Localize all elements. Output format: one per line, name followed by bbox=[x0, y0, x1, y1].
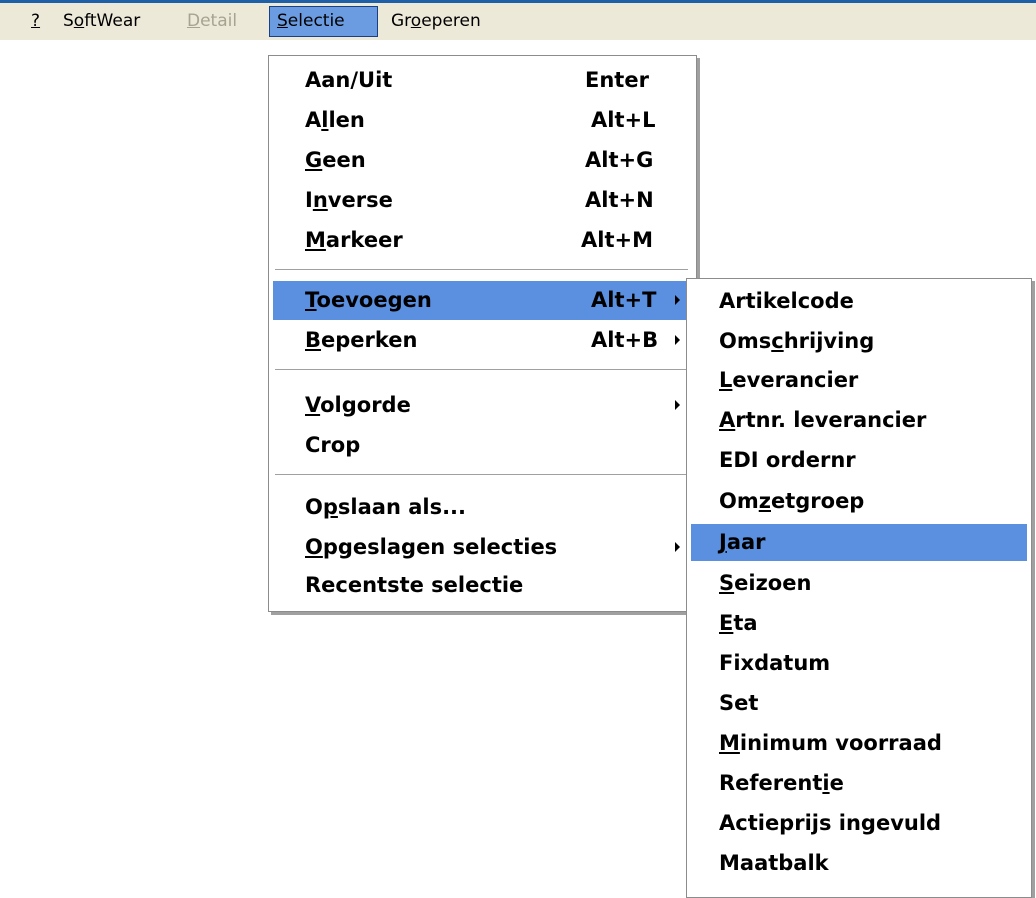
submenu-item-leverancier[interactable]: Leverancier bbox=[687, 361, 1031, 400]
submenu-item-maatbalk[interactable]: Maatbalk bbox=[687, 844, 1031, 883]
submenu-item-set[interactable]: Set bbox=[687, 684, 1031, 723]
menu-item-label: Geen bbox=[305, 148, 366, 172]
submenu-item-label: Seizoen bbox=[719, 571, 812, 595]
menu-groeperen[interactable]: Groeperen bbox=[384, 6, 488, 37]
submenu-item-seizoen[interactable]: Seizoen bbox=[687, 564, 1031, 603]
submenu-item-label: Artnr. leverancier bbox=[719, 408, 927, 432]
menu-detail-mnemonic: D bbox=[187, 11, 201, 31]
menu-help[interactable]: ? bbox=[24, 6, 47, 37]
shortcut-label: Alt+G bbox=[585, 148, 654, 172]
menu-item-label: Crop bbox=[305, 433, 361, 457]
submenu-item-eta[interactable]: Eta bbox=[687, 604, 1031, 643]
toevoegen-submenu: Artikelcode Omschrijving Leverancier Art… bbox=[686, 278, 1032, 898]
menu-groeperen-mnemonic: o bbox=[410, 11, 422, 31]
menu-item-label: Aan/Uit bbox=[305, 68, 393, 92]
menu-item-aan-uit[interactable]: Aan/Uit Enter bbox=[269, 61, 696, 100]
submenu-arrow-icon bbox=[675, 335, 680, 345]
menu-selectie-mnemonic: S bbox=[277, 11, 288, 31]
menu-groeperen-text-a: Gr bbox=[391, 11, 411, 31]
submenu-arrow-icon bbox=[675, 295, 680, 305]
menu-item-label: Inverse bbox=[305, 188, 393, 212]
menu-item-label: Markeer bbox=[305, 228, 403, 252]
menu-item-recentste-selectie[interactable]: Recentste selectie bbox=[269, 566, 696, 605]
menu-item-allen[interactable]: Allen Alt+L bbox=[269, 101, 696, 140]
submenu-item-label: Fixdatum bbox=[719, 651, 831, 675]
submenu-item-omzetgroep[interactable]: Omzetgroep bbox=[687, 482, 1031, 521]
submenu-arrow-icon bbox=[675, 542, 680, 552]
shortcut-label: Alt+M bbox=[581, 228, 653, 252]
menu-item-label: Beperken bbox=[305, 328, 418, 352]
menu-separator bbox=[275, 269, 688, 271]
menu-separator bbox=[275, 474, 688, 476]
menu-item-volgorde[interactable]: Volgorde bbox=[269, 386, 696, 425]
shortcut-label: Alt+T bbox=[591, 288, 657, 312]
shortcut-label: Alt+N bbox=[585, 188, 654, 212]
menu-item-label: Allen bbox=[305, 108, 365, 132]
menu-item-label: Recentste selectie bbox=[305, 573, 524, 597]
submenu-item-edi-ordernr[interactable]: EDI ordernr bbox=[687, 441, 1031, 480]
menu-item-toevoegen[interactable]: Toevoegen Alt+T bbox=[273, 281, 692, 320]
menu-softwear[interactable]: SoftWear bbox=[56, 6, 147, 37]
menu-item-geen[interactable]: Geen Alt+G bbox=[269, 141, 696, 180]
menu-item-label: Opslaan als... bbox=[305, 495, 467, 519]
submenu-item-fixdatum[interactable]: Fixdatum bbox=[687, 644, 1031, 683]
submenu-item-minimum-voorraad[interactable]: Minimum voorraad bbox=[687, 724, 1031, 763]
submenu-item-label: Omschrijving bbox=[719, 329, 875, 353]
submenu-item-label: Maatbalk bbox=[719, 851, 829, 875]
submenu-item-label: EDI ordernr bbox=[719, 448, 856, 472]
menu-item-crop[interactable]: Crop bbox=[269, 426, 696, 465]
menu-softwear-mnemonic: o bbox=[73, 11, 85, 31]
submenu-item-artnr-leverancier[interactable]: Artnr. leverancier bbox=[687, 401, 1031, 440]
submenu-item-artikelcode[interactable]: Artikelcode bbox=[687, 282, 1031, 321]
submenu-item-actieprijs-ingevuld[interactable]: Actieprijs ingevuld bbox=[687, 804, 1031, 843]
shortcut-label: Alt+B bbox=[591, 328, 659, 352]
submenu-item-label: Set bbox=[719, 691, 759, 715]
selectie-dropdown: Aan/Uit Enter Allen Alt+L Geen Alt+G Inv… bbox=[268, 55, 697, 612]
menu-softwear-text-b: ftWear bbox=[84, 11, 141, 31]
submenu-item-label: Artikelcode bbox=[719, 289, 854, 313]
submenu-item-referentie[interactable]: Referentie bbox=[687, 764, 1031, 803]
submenu-item-label: Minimum voorraad bbox=[719, 731, 942, 755]
menu-groeperen-text-b: eperen bbox=[421, 11, 481, 31]
menu-separator bbox=[275, 369, 688, 371]
shortcut-label: Alt+L bbox=[591, 108, 656, 132]
submenu-item-label: Leverancier bbox=[719, 368, 859, 392]
menu-selectie[interactable]: Selectie bbox=[269, 6, 378, 37]
submenu-item-label: Eta bbox=[719, 611, 758, 635]
submenu-item-label: Referentie bbox=[719, 771, 844, 795]
submenu-item-label: Actieprijs ingevuld bbox=[719, 811, 942, 835]
menu-detail-text-b: etail bbox=[200, 11, 238, 31]
menu-item-beperken[interactable]: Beperken Alt+B bbox=[269, 321, 696, 360]
submenu-item-label: Jaar bbox=[719, 530, 766, 554]
menu-item-opslaan-als[interactable]: Opslaan als... bbox=[269, 488, 696, 527]
menu-bar: ? SoftWear Detail Selectie Groeperen bbox=[0, 0, 1036, 40]
menu-item-label: Toevoegen bbox=[305, 288, 432, 312]
menu-help-mnemonic: ? bbox=[31, 11, 41, 31]
menu-item-markeer[interactable]: Markeer Alt+M bbox=[269, 221, 696, 260]
shortcut-label: Enter bbox=[585, 68, 649, 92]
menu-item-inverse[interactable]: Inverse Alt+N bbox=[269, 181, 696, 220]
submenu-item-label: Omzetgroep bbox=[719, 489, 865, 513]
menu-item-opgeslagen-selecties[interactable]: Opgeslagen selecties bbox=[269, 528, 696, 567]
menu-detail[interactable]: Detail bbox=[180, 6, 244, 37]
menu-item-label: Volgorde bbox=[305, 393, 411, 417]
submenu-item-jaar[interactable]: Jaar bbox=[691, 524, 1027, 561]
submenu-arrow-icon bbox=[675, 400, 680, 410]
menu-selectie-text-b: electie bbox=[287, 11, 345, 31]
menu-item-label: Opgeslagen selecties bbox=[305, 535, 558, 559]
submenu-item-omschrijving[interactable]: Omschrijving bbox=[687, 322, 1031, 361]
menu-softwear-text-a: S bbox=[63, 11, 74, 31]
